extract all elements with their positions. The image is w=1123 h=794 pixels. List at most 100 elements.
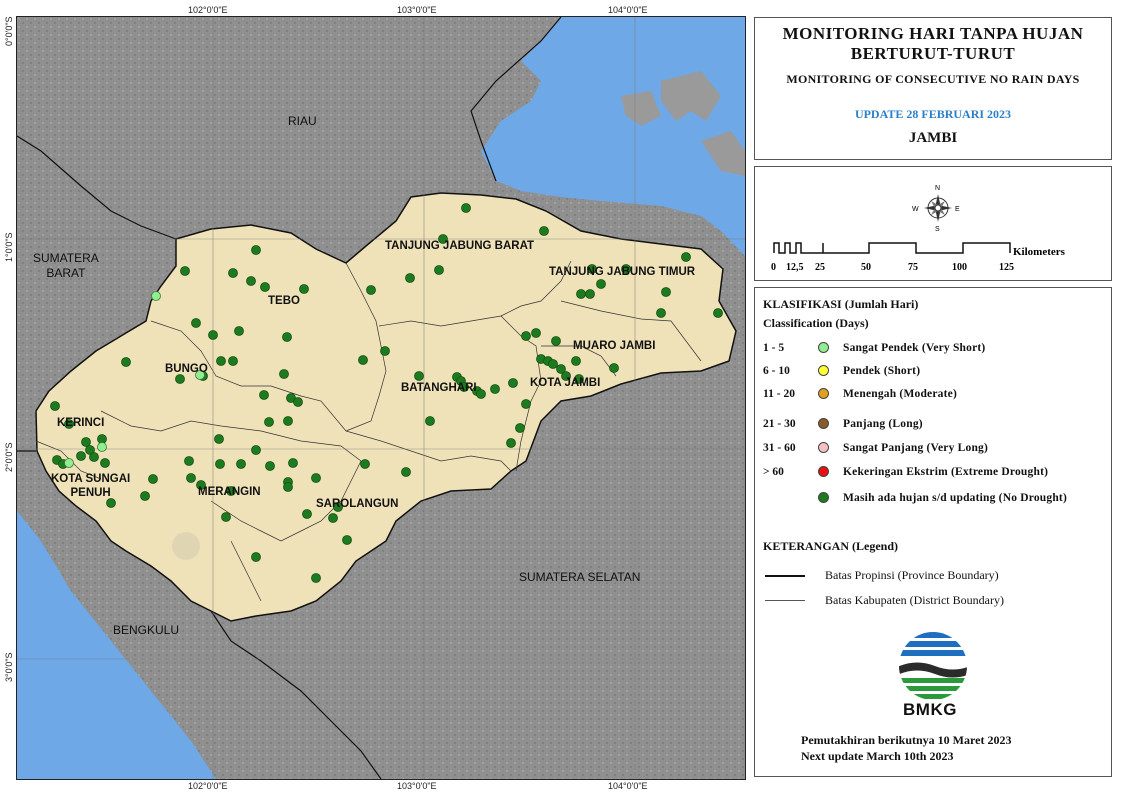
station-no-drought[interactable] bbox=[236, 459, 246, 469]
class-label: Sangat Panjang (Very Long) bbox=[843, 442, 989, 454]
station-no-drought[interactable] bbox=[609, 363, 619, 373]
station-no-drought[interactable] bbox=[425, 416, 435, 426]
station-no-drought[interactable] bbox=[434, 265, 444, 275]
station-no-drought[interactable] bbox=[401, 467, 411, 477]
station-no-drought[interactable] bbox=[508, 378, 518, 388]
station-no-drought[interactable] bbox=[282, 332, 292, 342]
station-no-drought[interactable] bbox=[283, 482, 293, 492]
bmkg-logo-icon bbox=[899, 632, 967, 700]
station-no-drought[interactable] bbox=[490, 384, 500, 394]
station-no-drought[interactable] bbox=[328, 513, 338, 523]
station-no-drought[interactable] bbox=[208, 330, 218, 340]
update-date: UPDATE 28 FEBRUARI 2023 bbox=[854, 107, 1012, 121]
station-no-drought[interactable] bbox=[191, 318, 201, 328]
station-no-drought[interactable] bbox=[515, 423, 525, 433]
station-no-drought[interactable] bbox=[576, 289, 586, 299]
station-no-drought[interactable] bbox=[596, 279, 606, 289]
station-no-drought[interactable] bbox=[251, 552, 261, 562]
station-no-drought[interactable] bbox=[288, 458, 298, 468]
station-no-drought[interactable] bbox=[681, 252, 691, 262]
station-no-drought[interactable] bbox=[380, 346, 390, 356]
station-no-drought[interactable] bbox=[81, 437, 91, 447]
north-arrow-icon bbox=[924, 194, 952, 222]
station-no-drought[interactable] bbox=[506, 438, 516, 448]
class-range: 11 - 20 bbox=[763, 388, 795, 400]
station-no-drought[interactable] bbox=[661, 287, 671, 297]
station-very-short[interactable] bbox=[64, 458, 74, 468]
station-no-drought[interactable] bbox=[531, 328, 541, 338]
station-no-drought[interactable] bbox=[228, 268, 238, 278]
station-no-drought[interactable] bbox=[366, 285, 376, 295]
station-no-drought[interactable] bbox=[521, 331, 531, 341]
coord-top-102: 102°0'0"E bbox=[188, 5, 228, 15]
station-no-drought[interactable] bbox=[551, 336, 561, 346]
station-no-drought[interactable] bbox=[265, 461, 275, 471]
label-tanjung-jabung-barat: TANJUNG JABUNG BARAT bbox=[385, 240, 535, 252]
station-no-drought[interactable] bbox=[548, 359, 558, 369]
station-no-drought[interactable] bbox=[140, 491, 150, 501]
station-no-drought[interactable] bbox=[89, 452, 99, 462]
station-no-drought[interactable] bbox=[264, 417, 274, 427]
station-no-drought[interactable] bbox=[251, 445, 261, 455]
station-no-drought[interactable] bbox=[186, 473, 196, 483]
station-no-drought[interactable] bbox=[521, 399, 531, 409]
station-no-drought[interactable] bbox=[360, 459, 370, 469]
legend-heading: KETERANGAN (Legend) bbox=[763, 539, 899, 553]
station-no-drought[interactable] bbox=[476, 389, 486, 399]
station-no-drought[interactable] bbox=[293, 397, 303, 407]
station-no-drought[interactable] bbox=[214, 434, 224, 444]
station-no-drought[interactable] bbox=[100, 458, 110, 468]
station-no-drought[interactable] bbox=[121, 357, 131, 367]
station-no-drought[interactable] bbox=[656, 308, 666, 318]
label-sumatera-selatan: SUMATERA SELATAN bbox=[519, 570, 641, 584]
label-muaro-jambi: MUARO JAMBI bbox=[573, 340, 656, 352]
station-no-drought[interactable] bbox=[246, 276, 256, 286]
station-no-drought[interactable] bbox=[216, 356, 226, 366]
station-no-drought[interactable] bbox=[50, 401, 60, 411]
station-no-drought[interactable] bbox=[405, 273, 415, 283]
station-no-drought[interactable] bbox=[311, 573, 321, 583]
station-very-short[interactable] bbox=[151, 291, 161, 301]
label-bungo: BUNGO bbox=[165, 363, 208, 375]
label-riau: RIAU bbox=[288, 114, 317, 128]
station-no-drought[interactable] bbox=[311, 473, 321, 483]
coord-left-2s: 2°0'0"S bbox=[4, 442, 14, 472]
station-no-drought[interactable] bbox=[148, 474, 158, 484]
station-no-drought[interactable] bbox=[228, 356, 238, 366]
station-no-drought[interactable] bbox=[215, 459, 225, 469]
station-no-drought[interactable] bbox=[358, 355, 368, 365]
station-no-drought[interactable] bbox=[539, 226, 549, 236]
station-no-drought[interactable] bbox=[279, 369, 289, 379]
station-no-drought[interactable] bbox=[76, 451, 86, 461]
coord-bottom-104: 104°0'0"E bbox=[608, 781, 648, 791]
scale-tick-0: 0 bbox=[771, 262, 776, 273]
station-no-drought[interactable] bbox=[234, 326, 244, 336]
coord-bottom-102: 102°0'0"E bbox=[188, 781, 228, 791]
station-no-drought[interactable] bbox=[180, 266, 190, 276]
class-label: Panjang (Long) bbox=[843, 418, 923, 430]
station-no-drought[interactable] bbox=[302, 509, 312, 519]
station-no-drought[interactable] bbox=[585, 289, 595, 299]
coord-left-0s: 0°0'0"S bbox=[4, 16, 14, 46]
station-no-drought[interactable] bbox=[260, 282, 270, 292]
station-no-drought[interactable] bbox=[175, 374, 185, 384]
station-very-short[interactable] bbox=[97, 442, 107, 452]
station-no-drought[interactable] bbox=[221, 512, 231, 522]
station-no-drought[interactable] bbox=[713, 308, 723, 318]
station-no-drought[interactable] bbox=[342, 535, 352, 545]
label-batanghari: BATANGHARI bbox=[401, 382, 477, 394]
south-label: S bbox=[935, 226, 940, 233]
bmkg-logo-text: BMKG bbox=[903, 700, 957, 719]
station-no-drought[interactable] bbox=[414, 371, 424, 381]
station-no-drought[interactable] bbox=[251, 245, 261, 255]
station-no-drought[interactable] bbox=[571, 356, 581, 366]
station-no-drought[interactable] bbox=[299, 284, 309, 294]
scale-tick-12-5: 12,5 bbox=[786, 262, 804, 273]
map-frame[interactable]: RIAU SUMATERA BARAT SUMATERA SELATAN BEN… bbox=[16, 16, 746, 780]
station-no-drought[interactable] bbox=[283, 416, 293, 426]
class-label: Menengah (Moderate) bbox=[843, 388, 957, 400]
map-canvas[interactable] bbox=[17, 17, 745, 779]
station-no-drought[interactable] bbox=[259, 390, 269, 400]
station-no-drought[interactable] bbox=[184, 456, 194, 466]
station-no-drought[interactable] bbox=[461, 203, 471, 213]
